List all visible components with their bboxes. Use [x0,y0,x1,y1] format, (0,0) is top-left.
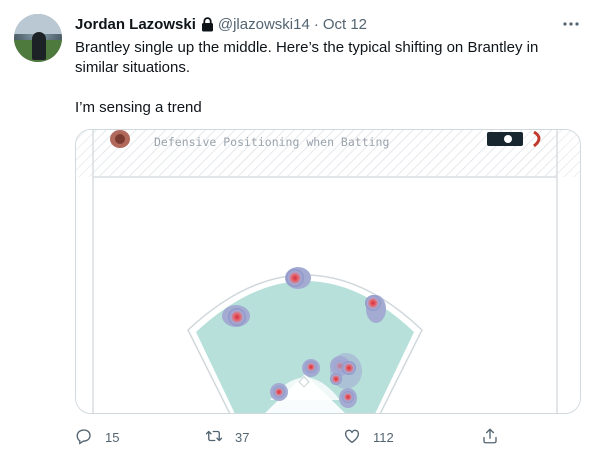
tweet-text-line-1: Brantley single up the middle. Here’s th… [75,39,539,76]
tweet-text-line-2: I’m sensing a trend [75,99,202,116]
like-count: 112 [373,429,394,445]
reply-button[interactable]: 15 [75,425,119,449]
retweet-count: 37 [235,429,250,445]
display-name[interactable]: Jordan Lazowski [75,16,196,33]
tweet-text: Brantley single up the middle. Here’s th… [75,38,575,118]
avatar[interactable] [14,14,62,62]
retweet-button[interactable]: 37 [205,425,249,449]
team-logo [110,130,130,148]
more-icon[interactable] [560,14,582,34]
reply-count: 15 [105,429,120,445]
heatmap-graphic: Defensive Positioning when Batting [76,130,580,413]
retweet-icon [205,427,223,448]
like-button[interactable]: 112 [343,425,394,449]
tweet[interactable]: Jordan Lazowski @jlazowski14 · Oct 12 Br… [0,0,593,458]
tweet-header: Jordan Lazowski @jlazowski14 · Oct 12 [75,14,367,34]
media-image[interactable]: Defensive Positioning when Batting [75,129,581,414]
share-icon [481,427,499,448]
lock-icon [201,16,214,32]
like-icon [343,427,361,448]
reply-icon [75,427,93,448]
banner-title: Defensive Positioning when Batting [154,135,389,149]
tweet-date[interactable]: Oct 12 [323,16,367,33]
tweet-actions: 15 37 112 [75,425,515,449]
separator-dot: · [313,15,319,33]
share-button[interactable] [481,425,499,449]
user-handle[interactable]: @jlazowski14 [218,16,310,33]
